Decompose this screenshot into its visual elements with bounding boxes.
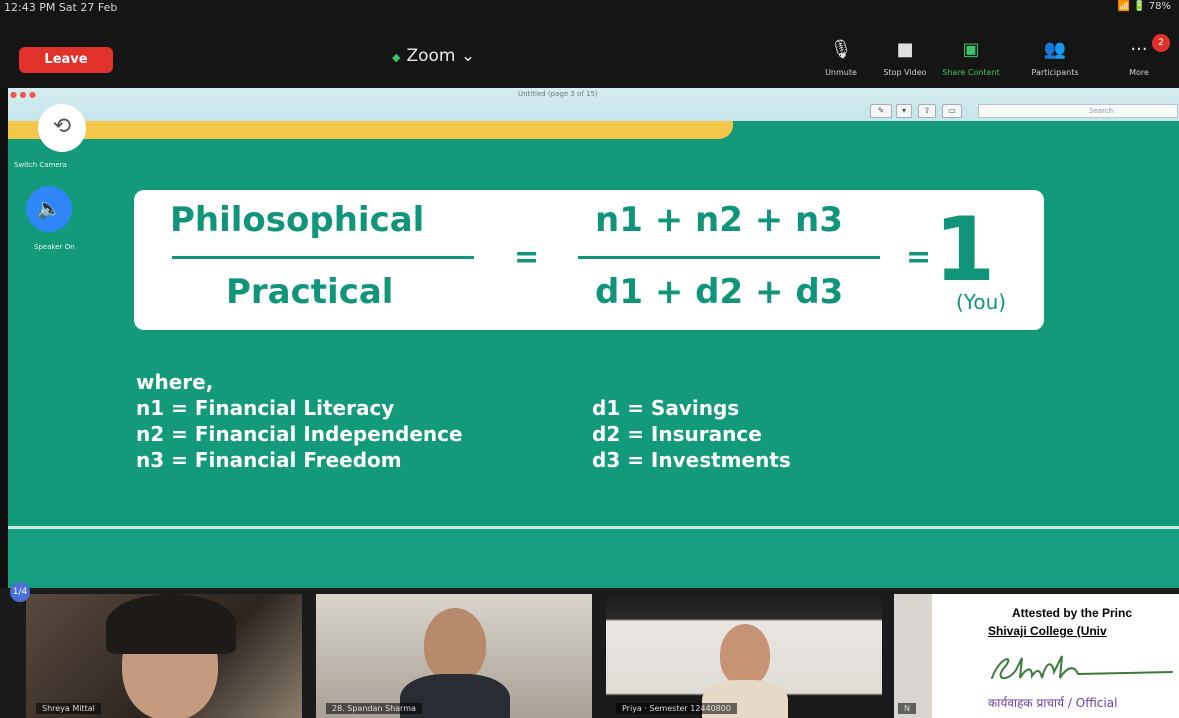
participant-video [424,608,486,682]
stop-video-button[interactable]: ■ Stop Video [872,38,938,77]
share-content-label: Share Content [942,68,1000,77]
speaker-label: Speaker On [34,243,75,251]
chevron-down-icon: ⌄ [460,46,476,66]
speaker-button[interactable]: 🔈 [26,186,72,232]
camera-switch-icon: ⟲ [52,114,72,139]
speaker-icon: 🔈 [36,196,62,220]
formula-numerator-right: n1 + n2 + n3 [595,200,843,240]
participant-tile[interactable]: 28. Spandan Sharma [316,594,592,718]
slide-header-band [8,121,733,139]
definition-n3: n3 = Financial Freedom [136,448,402,472]
meeting-title: Zoom [406,46,456,66]
slide-footer-band [8,526,1179,588]
equals-sign: = [514,240,540,275]
more-button[interactable]: ··· More 2 [1106,34,1172,77]
stamp-line-2: Shivaji College (Univ [988,624,1107,638]
participant-tile[interactable]: N [894,594,934,718]
participant-video [720,624,770,686]
battery-level: 78% [1148,1,1171,12]
participant-name: Shreya Mittal [36,703,101,714]
more-label: More [1129,68,1149,77]
video-camera-icon: ■ [896,39,914,60]
notification-badge: 2 [1152,34,1170,52]
stamp-line-3: कार्यवाहक प्राचार्य / Official [988,696,1118,710]
page-indicator[interactable]: 1/4 [10,582,30,602]
participants-label: Participants [1031,68,1079,77]
share-tool-icon[interactable]: ⇧ [918,104,936,118]
participants-button[interactable]: 👥 Participants [1022,38,1088,77]
stop-video-label: Stop Video [883,68,927,77]
attestation-stamp: Attested by the Princ Shivaji College (U… [932,594,1179,718]
search-input[interactable]: Search [978,104,1178,118]
share-content-button[interactable]: ▣ Share Content [938,38,1004,77]
participant-tile[interactable]: Shreya Mittal [26,594,302,718]
definition-n2: n2 = Financial Independence [136,422,463,446]
definition-d3: d3 = Investments [592,448,791,472]
participant-hair [106,594,236,654]
pen-tool-icon[interactable]: ✎ [870,104,892,118]
formula-result-note: (You) [956,290,1007,314]
shared-screen: ● ● ● Untitled (page 3 of 15) ✎ ▾ ⇧ ▭ Se… [8,88,1179,588]
where-label: where, [136,370,214,394]
window-controls-icon: ● ● ● [10,90,37,99]
unmute-button[interactable]: 🎙 Unmute [808,38,874,77]
fraction-bar-left [172,256,474,259]
window-tool-icon[interactable]: ▭ [942,104,962,118]
formula-numerator-left: Philosophical [170,200,425,240]
meeting-title-menu[interactable]: ◆ Zoom ⌄ [392,46,475,66]
shield-icon: ◆ [392,51,401,64]
participant-name: N [898,703,916,714]
signature [991,655,1173,680]
microphone-muted-icon: 🎙 [829,39,853,60]
formula-card: Philosophical Practical = n1 + n2 + n3 d… [134,190,1044,330]
definition-d2: d2 = Insurance [592,422,762,446]
formula-denominator-right: d1 + d2 + d3 [595,272,844,312]
zoom-toolbar: 12:43 PM Sat 27 Feb 📶 🔋 78% Leave ◆ Zoom … [0,0,1179,88]
formula-denominator-left: Practical [226,272,394,312]
participant-tile[interactable]: Priya · Semester 12440800 [606,594,882,718]
formula-result: 1 [934,198,996,301]
status-time: 12:43 PM Sat 27 Feb [4,1,118,14]
equals-sign: = [906,240,932,275]
participant-name: 28. Spandan Sharma [326,703,422,714]
status-battery: 📶 🔋 78% [1117,1,1172,12]
participants-icon: 👥 [1043,39,1067,60]
definition-n1: n1 = Financial Literacy [136,396,395,420]
leave-button[interactable]: Leave [19,47,113,73]
definition-d1: d1 = Savings [592,396,740,420]
share-screen-icon: ▣ [962,39,980,60]
switch-camera-label: Switch Camera [14,161,67,169]
document-title: Untitled (page 3 of 15) [518,90,598,98]
fraction-bar-right [578,256,880,259]
dropdown-icon[interactable]: ▾ [896,104,912,118]
switch-camera-button[interactable]: ⟲ [38,104,86,152]
unmute-label: Unmute [825,68,857,77]
participant-name: Priya · Semester 12440800 [616,703,737,714]
presenter-window-bar: ● ● ● Untitled (page 3 of 15) ✎ ▾ ⇧ ▭ Se… [8,88,1179,121]
stamp-line-1: Attested by the Princ [1012,606,1133,620]
